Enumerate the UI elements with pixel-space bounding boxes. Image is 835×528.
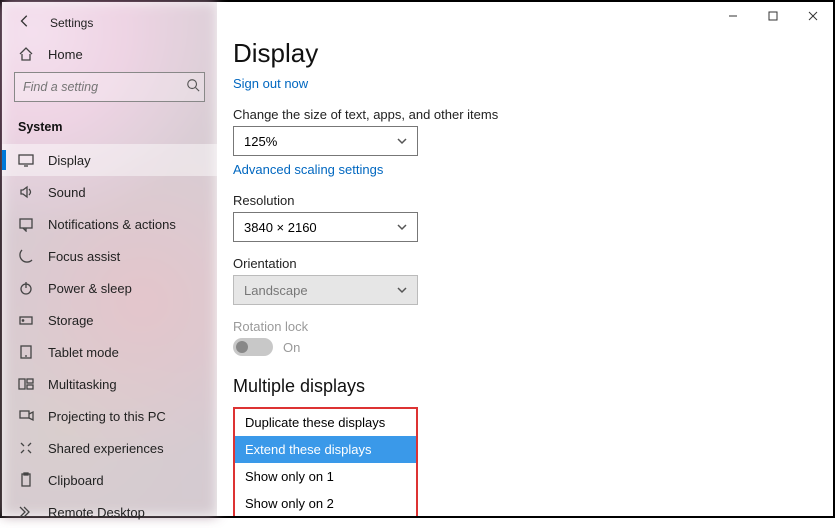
sidebar-item-multitasking[interactable]: Multitasking [2, 368, 217, 400]
sidebar-item-label: Focus assist [48, 249, 120, 264]
chevron-down-icon [397, 220, 407, 235]
option-show-only-1[interactable]: Show only on 1 [235, 463, 416, 490]
rotation-lock-toggle [233, 338, 273, 356]
sign-out-link[interactable]: Sign out now [233, 76, 308, 91]
search-input[interactable] [14, 72, 205, 102]
advanced-scaling-link[interactable]: Advanced scaling settings [233, 162, 383, 177]
chevron-down-icon [397, 283, 407, 298]
sidebar-item-label: Power & sleep [48, 281, 132, 296]
multiple-displays-dropdown[interactable]: Duplicate these displays Extend these di… [233, 407, 418, 516]
power-icon [18, 280, 34, 296]
sidebar-item-label: Multitasking [48, 377, 117, 392]
home-icon [18, 46, 34, 62]
search-field[interactable] [23, 80, 186, 94]
sidebar-item-clipboard[interactable]: Clipboard [2, 464, 217, 496]
orientation-dropdown: Landscape [233, 275, 418, 305]
back-icon[interactable] [18, 14, 32, 33]
orientation-label: Orientation [233, 256, 833, 271]
sidebar-item-sound[interactable]: Sound [2, 176, 217, 208]
projecting-icon [18, 408, 34, 424]
storage-icon [18, 312, 34, 328]
shared-experiences-icon [18, 440, 34, 456]
sidebar-item-label: Shared experiences [48, 441, 164, 456]
sidebar-item-label: Projecting to this PC [48, 409, 166, 424]
notifications-icon [18, 216, 34, 232]
tablet-icon [18, 344, 34, 360]
scale-label: Change the size of text, apps, and other… [233, 107, 833, 122]
sidebar-item-label: Remote Desktop [48, 505, 145, 520]
sidebar-item-label: Clipboard [48, 473, 104, 488]
page-title: Display [233, 38, 833, 69]
clipboard-icon [18, 472, 34, 488]
rotation-lock-label: Rotation lock [233, 319, 833, 334]
multitasking-icon [18, 376, 34, 392]
scale-value: 125% [244, 134, 277, 149]
sidebar-section: System [2, 116, 217, 144]
resolution-value: 3840 × 2160 [244, 220, 317, 235]
sidebar-item-label: Storage [48, 313, 94, 328]
sidebar-item-projecting[interactable]: Projecting to this PC [2, 400, 217, 432]
home-button[interactable]: Home [2, 38, 217, 72]
sidebar-item-shared-experiences[interactable]: Shared experiences [2, 432, 217, 464]
sidebar-item-remote-desktop[interactable]: Remote Desktop [2, 496, 217, 528]
option-show-only-2[interactable]: Show only on 2 [235, 490, 416, 516]
multiple-displays-heading: Multiple displays [233, 376, 833, 397]
chevron-down-icon [397, 134, 407, 149]
sidebar-item-label: Sound [48, 185, 86, 200]
app-title: Settings [50, 16, 93, 30]
maximize-button[interactable] [753, 2, 793, 30]
sidebar-item-focus-assist[interactable]: Focus assist [2, 240, 217, 272]
resolution-dropdown[interactable]: 3840 × 2160 [233, 212, 418, 242]
orientation-value: Landscape [244, 283, 308, 298]
focus-assist-icon [18, 248, 34, 264]
sound-icon [18, 184, 34, 200]
sidebar-item-storage[interactable]: Storage [2, 304, 217, 336]
sidebar-item-label: Display [48, 153, 91, 168]
sidebar-item-label: Notifications & actions [48, 217, 176, 232]
option-extend[interactable]: Extend these displays [235, 436, 416, 463]
sidebar-item-display[interactable]: Display [2, 144, 217, 176]
sidebar-item-label: Tablet mode [48, 345, 119, 360]
display-icon [18, 152, 34, 168]
close-button[interactable] [793, 2, 833, 30]
scale-dropdown[interactable]: 125% [233, 126, 418, 156]
sidebar-item-power-sleep[interactable]: Power & sleep [2, 272, 217, 304]
search-icon [186, 78, 200, 97]
sidebar-item-notifications[interactable]: Notifications & actions [2, 208, 217, 240]
minimize-button[interactable] [713, 2, 753, 30]
option-duplicate[interactable]: Duplicate these displays [235, 409, 416, 436]
home-label: Home [48, 47, 83, 62]
sidebar-item-tablet-mode[interactable]: Tablet mode [2, 336, 217, 368]
resolution-label: Resolution [233, 193, 833, 208]
rotation-lock-state: On [283, 340, 300, 355]
